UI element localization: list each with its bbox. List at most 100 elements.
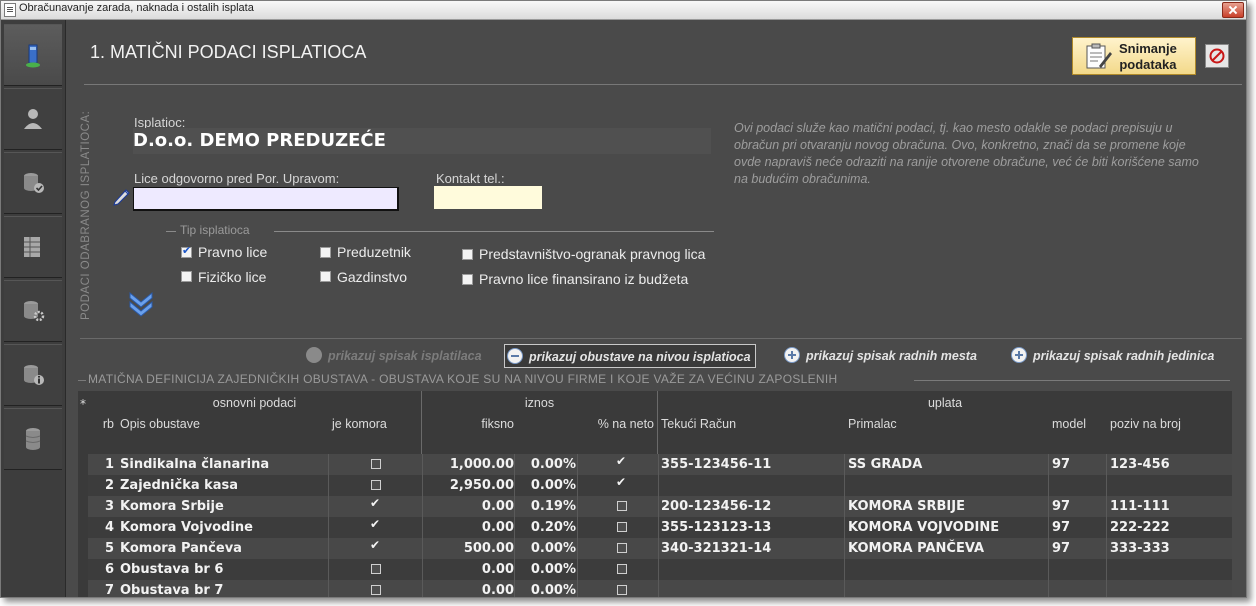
- cell-rb[interactable]: 5: [88, 538, 114, 559]
- cell-primalac[interactable]: [848, 475, 1048, 496]
- checkbox-na-neto[interactable]: [617, 564, 627, 574]
- kontakt-input[interactable]: [434, 186, 542, 209]
- cell-fiksno[interactable]: 1,000.00: [422, 454, 514, 475]
- table-row[interactable]: 5 Komora Pančeva 500.00 0.00% 340-321321-14 K…: [88, 538, 1232, 559]
- sidebar-item-obracun[interactable]: [4, 152, 62, 214]
- checkbox-je-komora[interactable]: [371, 459, 381, 469]
- cell-racun[interactable]: [661, 559, 841, 580]
- cell-opis[interactable]: Komora Vojvodine: [120, 517, 325, 538]
- cell-opis[interactable]: Obustava br 6: [120, 559, 325, 580]
- lice-input[interactable]: [133, 187, 399, 211]
- cell-model[interactable]: [1052, 559, 1102, 580]
- save-button[interactable]: Snimanje podataka: [1072, 37, 1196, 75]
- cell-model[interactable]: [1052, 475, 1102, 496]
- table-row[interactable]: 2 Zajednička kasa 2,950.00 0.00%: [88, 475, 1232, 496]
- action-spisak-isplatilaca[interactable]: prikazuj spisak isplatilaca: [306, 344, 482, 368]
- cell-opis[interactable]: Komora Srbije: [120, 496, 325, 517]
- cell-opis[interactable]: Sindikalna članarina: [120, 454, 325, 475]
- sidebar-item-isplatioc[interactable]: [4, 24, 62, 86]
- cell-rb[interactable]: 6: [88, 559, 114, 580]
- cell-primalac[interactable]: SS GRADA: [848, 454, 1048, 475]
- checkbox-preduzetnik[interactable]: [320, 247, 331, 258]
- cell-racun[interactable]: 355-123123-13: [661, 517, 841, 538]
- checkbox-je-komora[interactable]: [371, 564, 381, 574]
- action-spisak-radnih-jedinica[interactable]: prikazuj spisak radnih jedinica: [1011, 344, 1214, 368]
- cell-poziv[interactable]: [1110, 580, 1228, 597]
- cell-opis[interactable]: Obustava br 7: [120, 580, 325, 597]
- checkbox-pravno-lice[interactable]: [181, 244, 192, 258]
- cell-poziv[interactable]: [1110, 559, 1228, 580]
- cell-primalac[interactable]: [848, 559, 1048, 580]
- cell-primalac[interactable]: KOMORA PANČEVA: [848, 538, 1048, 559]
- table-row[interactable]: 6 Obustava br 6 0.00 0.00%: [88, 559, 1232, 580]
- cell-fiksno[interactable]: 0.00: [422, 559, 514, 580]
- checkbox-na-neto[interactable]: [617, 543, 627, 553]
- cell-opis[interactable]: Komora Pančeva: [120, 538, 325, 559]
- cancel-button[interactable]: [1205, 44, 1229, 68]
- cell-racun[interactable]: 340-321321-14: [661, 538, 841, 559]
- cell-model[interactable]: 97: [1052, 517, 1102, 538]
- cell-model[interactable]: 97: [1052, 496, 1102, 517]
- checkbox-je-komora[interactable]: [370, 538, 381, 553]
- cell-racun[interactable]: [661, 580, 841, 597]
- checkbox-na-neto[interactable]: [616, 475, 627, 490]
- cell-rb[interactable]: 3: [88, 496, 114, 517]
- cell-primalac[interactable]: [848, 580, 1048, 597]
- cell-fiksno[interactable]: 500.00: [422, 538, 514, 559]
- cell-procenat[interactable]: 0.00%: [514, 580, 576, 597]
- action-spisak-radnih-mesta[interactable]: prikazuj spisak radnih mesta: [784, 344, 977, 368]
- cell-rb[interactable]: 4: [88, 517, 114, 538]
- cell-model[interactable]: 97: [1052, 454, 1102, 475]
- cell-rb[interactable]: 7: [88, 580, 114, 597]
- checkbox-gazdinstvo[interactable]: [320, 271, 331, 282]
- cell-procenat[interactable]: 0.00%: [514, 559, 576, 580]
- cell-fiksno[interactable]: 0.00: [422, 580, 514, 597]
- cell-poziv[interactable]: 123-456: [1110, 454, 1228, 475]
- close-button[interactable]: [1222, 2, 1244, 18]
- checkbox-na-neto[interactable]: [617, 501, 627, 511]
- cell-procenat[interactable]: 0.20%: [514, 517, 576, 538]
- cell-poziv[interactable]: 333-333: [1110, 538, 1228, 559]
- cell-opis[interactable]: Zajednička kasa: [120, 475, 325, 496]
- cell-racun[interactable]: [661, 475, 841, 496]
- cell-model[interactable]: 97: [1052, 538, 1102, 559]
- checkbox-je-komora[interactable]: [371, 480, 381, 490]
- cell-rb[interactable]: 1: [88, 454, 114, 475]
- checkbox-fizicko-lice[interactable]: [181, 271, 192, 282]
- sidebar-item-tabele[interactable]: [4, 216, 62, 278]
- checkbox-je-komora[interactable]: [370, 517, 381, 532]
- action-obustave-nivo-isplatioca[interactable]: prikazuj obustave na nivou isplatioca: [504, 344, 756, 368]
- cell-fiksno[interactable]: 0.00: [422, 517, 514, 538]
- checkbox-je-komora[interactable]: [371, 585, 381, 595]
- cell-poziv[interactable]: 111-111: [1110, 496, 1228, 517]
- table-row[interactable]: 1 Sindikalna članarina 1,000.00 0.00% 355-12…: [88, 454, 1232, 475]
- checkbox-na-neto[interactable]: [617, 585, 627, 595]
- cell-procenat[interactable]: 0.00%: [514, 475, 576, 496]
- cell-racun[interactable]: 200-123456-12: [661, 496, 841, 517]
- cell-racun[interactable]: 355-123456-11: [661, 454, 841, 475]
- checkbox-predstavnistvo[interactable]: [462, 249, 473, 260]
- checkbox-na-neto[interactable]: [617, 522, 627, 532]
- sidebar-item-baza[interactable]: [4, 408, 62, 470]
- table-row[interactable]: 4 Komora Vojvodine 0.00 0.20% 355-123123-13 K…: [88, 517, 1232, 538]
- sidebar-item-info[interactable]: [4, 344, 62, 406]
- cell-fiksno[interactable]: 2,950.00: [422, 475, 514, 496]
- cell-procenat[interactable]: 0.00%: [514, 538, 576, 559]
- cell-procenat[interactable]: 0.19%: [514, 496, 576, 517]
- sidebar-item-zaposleni[interactable]: [4, 88, 62, 150]
- cell-fiksno[interactable]: 0.00: [422, 496, 514, 517]
- cell-rb[interactable]: 2: [88, 475, 114, 496]
- cell-procenat[interactable]: 0.00%: [514, 454, 576, 475]
- cell-poziv[interactable]: [1110, 475, 1228, 496]
- checkbox-na-neto[interactable]: [616, 454, 627, 469]
- checkbox-je-komora[interactable]: [370, 496, 381, 511]
- table-row[interactable]: 3 Komora Srbije 0.00 0.19% 200-123456-12 KOMO…: [88, 496, 1232, 517]
- cell-poziv[interactable]: 222-222: [1110, 517, 1228, 538]
- cell-model[interactable]: [1052, 580, 1102, 597]
- double-chevron-down-icon[interactable]: [128, 290, 154, 322]
- sidebar-item-podesavanja[interactable]: [4, 280, 62, 342]
- checkbox-budzet[interactable]: [462, 274, 473, 285]
- cell-primalac[interactable]: KOMORA VOJVODINE: [848, 517, 1048, 538]
- cell-primalac[interactable]: KOMORA SRBIJE: [848, 496, 1048, 517]
- table-row[interactable]: 7 Obustava br 7 0.00 0.00%: [88, 580, 1232, 597]
